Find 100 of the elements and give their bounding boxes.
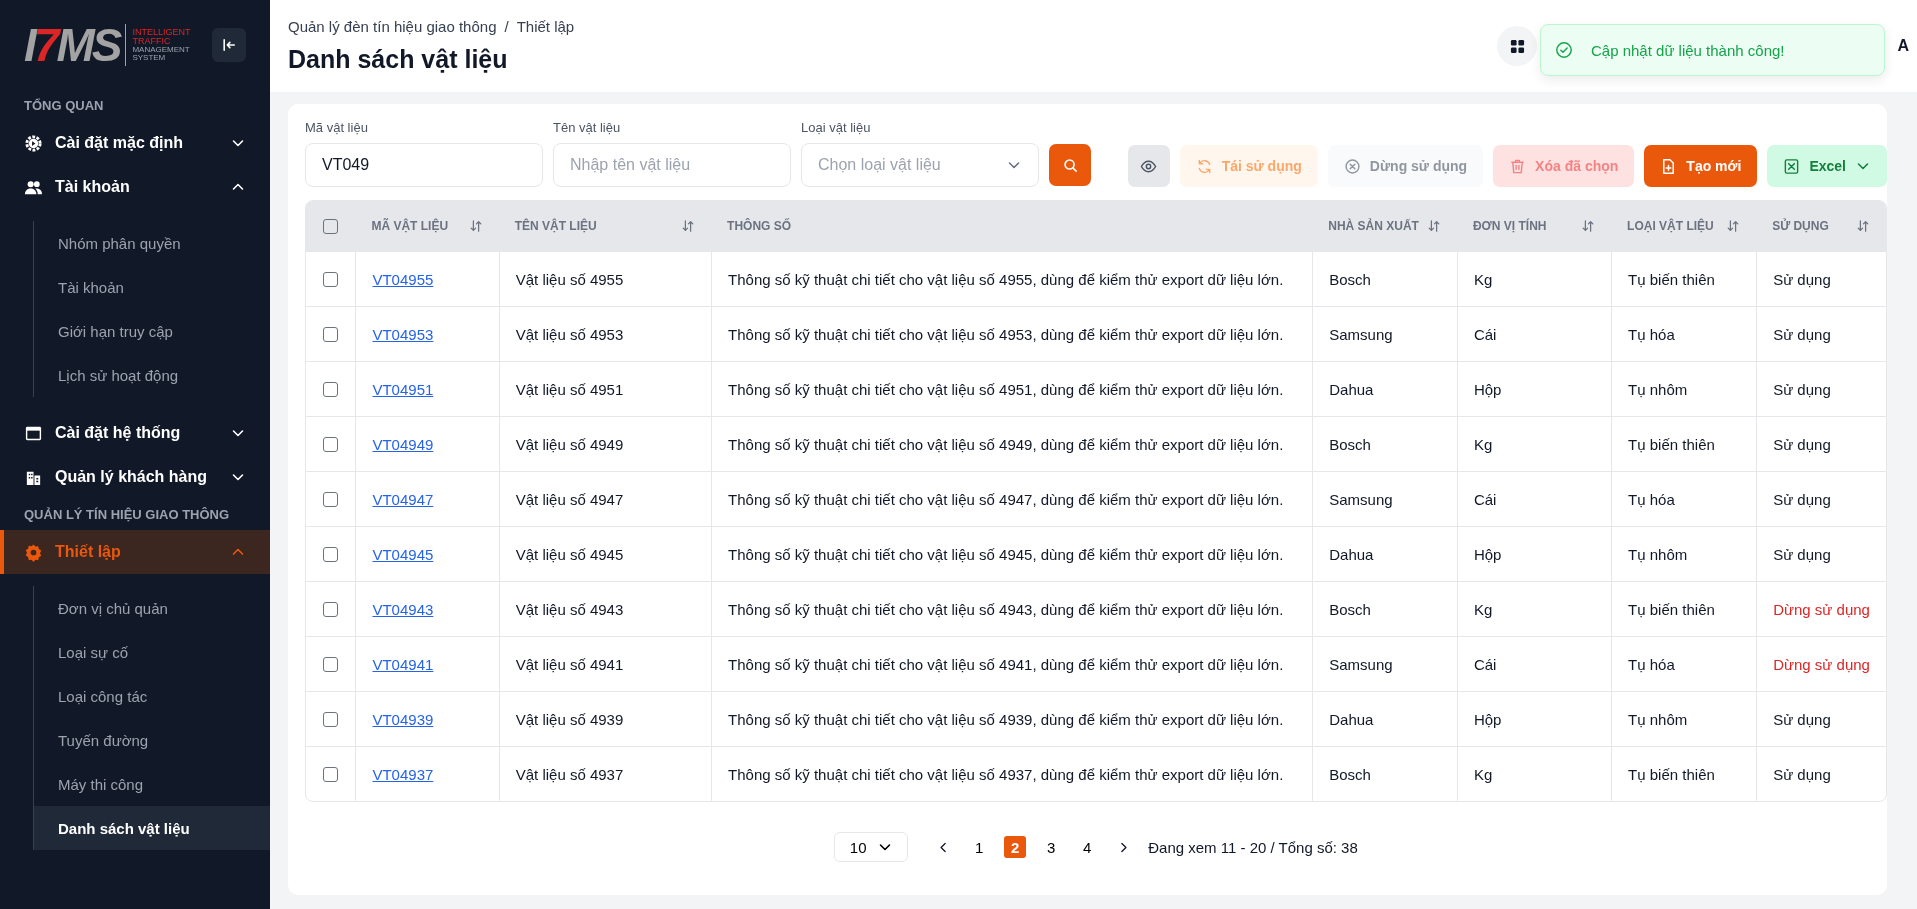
apps-button[interactable] [1497,26,1538,66]
table-cell: Samsung [1329,325,1393,343]
material-code-link[interactable]: VT04945 [372,545,434,563]
check-circle-icon [1555,41,1573,59]
table-cell: Hộp [1473,545,1502,563]
table-cell: Bosch [1329,765,1371,783]
table-cell: Thông số kỹ thuật chi tiết cho vật liệu số 4951, dùng để kiểm thử export dữ liệu lớn. [728,380,1284,398]
sidebar-subitem[interactable]: Tuyến đường [34,718,270,762]
breadcrumb-separator: / [504,18,509,35]
usage-status: Sử dụng [1773,490,1831,508]
page-size-select[interactable]: 10 [834,832,909,862]
row-checkbox[interactable] [323,601,339,617]
row-checkbox[interactable] [323,271,339,287]
pagination-info: Đang xem 11 - 20 / Tổng số: 38 [1148,838,1358,856]
breadcrumb-item[interactable]: Quản lý đèn tín hiệu giao thông [288,18,497,35]
sort-icon[interactable] [681,219,696,233]
material-code-link[interactable]: VT04937 [372,765,434,783]
table-cell: Dahua [1329,380,1374,398]
filter-label: Tên vật liệu [553,120,622,135]
table-cell: Vật liệu số 4953 [515,325,624,343]
row-checkbox[interactable] [323,491,339,507]
material-code-link[interactable]: VT04951 [372,380,434,398]
table-cell: Thông số kỹ thuật chi tiết cho vật liệu số 4945, dùng để kiểm thử export dữ liệu lớn. [728,545,1284,563]
table-cell: Dahua [1329,710,1374,728]
select-all-checkbox[interactable] [323,218,339,234]
row-checkbox[interactable] [323,436,339,452]
table-cell: Samsung [1329,655,1393,673]
table-cell: Cái [1473,490,1497,508]
table-cell: Thông số kỹ thuật chi tiết cho vật liệu số 4939, dùng để kiểm thử export dữ liệu lớn. [728,710,1284,728]
sidebar-subitem[interactable]: Lịch sử hoạt động [34,353,270,397]
page-button[interactable]: 1 [968,836,991,858]
row-checkbox[interactable] [323,381,339,397]
sidebar-subitem[interactable]: Loại công tác [34,674,270,718]
table-cell: Tụ biến thiên [1628,270,1715,288]
logo-mark: I7MS [24,22,120,68]
logo-tagline: INTELLIGENT TRAFFIC MANAGEMENT SYSTEM [132,28,191,62]
sidebar-subitem[interactable]: Máy thi công [34,762,270,806]
table-cell: Tụ nhôm [1628,710,1688,728]
usage-status: Sử dụng [1773,765,1831,783]
row-checkbox[interactable] [323,326,339,342]
sidebar-subitem[interactable]: Danh sách vật liệu [34,806,270,850]
table-cell: Bosch [1329,435,1371,453]
sidebar-item[interactable]: Thiết lập [0,530,270,574]
create-button[interactable]: Tạo mới [1644,145,1758,187]
material-code-link[interactable]: VT04955 [372,270,434,288]
page-button[interactable]: 2 [1004,836,1027,858]
page-button[interactable]: 4 [1076,836,1099,858]
collapse-sidebar-button[interactable] [212,28,246,62]
sidebar-item[interactable]: Quản lý khách hàng [0,455,270,499]
sort-icon[interactable] [1426,219,1441,233]
material-code-link[interactable]: VT04943 [372,600,434,618]
column-header: ĐƠN VỊ TÍNH [1472,219,1547,233]
usage-status: Sử dụng [1773,545,1831,563]
table-cell: Thông số kỹ thuật chi tiết cho vật liệu số 4953, dùng để kiểm thử export dữ liệu lớn. [728,325,1284,343]
table-cell: Kg [1473,600,1493,618]
table-cell: Vật liệu số 4945 [515,545,624,563]
table-cell: Vật liệu số 4943 [515,600,624,618]
sidebar-subitem[interactable]: Tài khoản [34,265,270,309]
table-cell: Dahua [1329,545,1374,563]
search-button[interactable] [1049,144,1091,186]
sort-icon[interactable] [1726,219,1741,233]
sidebar-subitem[interactable]: Đơn vị chủ quản [34,586,270,630]
sidebar-subitem[interactable]: Loại sự cố [34,630,270,674]
row-checkbox[interactable] [323,546,339,562]
excel-button[interactable]: Excel [1767,145,1887,187]
sidebar-item[interactable]: Tài khoản [0,165,270,209]
material-code-link[interactable]: VT04949 [372,435,434,453]
material-code-link[interactable]: VT04939 [372,710,434,728]
column-header: NHÀ SẢN XUẤT [1328,219,1419,233]
sort-icon[interactable] [468,219,483,233]
usage-status: Dừng sử dụng [1773,600,1870,618]
grid-icon [1509,38,1525,54]
material-code-link[interactable]: VT04953 [372,325,434,343]
table-cell: Tụ biến thiên [1628,765,1715,783]
table-cell: Thông số kỹ thuật chi tiết cho vật liệu số 4943, dùng để kiểm thử export dữ liệu lớn. [728,600,1284,618]
material-code-link[interactable]: VT04947 [372,490,434,508]
usage-status: Sử dụng [1773,380,1831,398]
material-code-link[interactable]: VT04941 [372,655,434,673]
sidebar-subitem[interactable]: Nhóm phân quyền [34,221,270,265]
table-cell: Cái [1473,325,1497,343]
sidebar-item[interactable]: Cài đặt mặc định [0,121,270,165]
row-checkbox[interactable] [323,711,339,727]
view-button[interactable] [1127,145,1170,187]
table-cell: Thông số kỹ thuật chi tiết cho vật liệu số 4947, dùng để kiểm thử export dữ liệu lớn. [728,490,1284,508]
column-header: SỬ DỤNG [1772,219,1829,233]
table-cell: Thông số kỹ thuật chi tiết cho vật liệu số 4941, dùng để kiểm thử export dữ liệu lớn. [728,655,1284,673]
sidebar-subitem[interactable]: Giới hạn truy cập [34,309,270,353]
input-field[interactable]: VT049 [305,143,543,187]
sidebar-item[interactable]: Cài đặt hệ thống [0,411,270,455]
page-button[interactable]: 3 [1040,836,1063,858]
sidebar-section-label: TỔNG QUAN [23,97,105,115]
collapse-icon [222,38,236,52]
sort-icon[interactable] [1581,219,1596,233]
row-checkbox[interactable] [323,766,339,782]
table-cell: Tụ nhôm [1628,380,1688,398]
input-field[interactable]: Nhập tên vật liệu [553,143,791,187]
table-cell: Hộp [1473,380,1502,398]
row-checkbox[interactable] [323,656,339,672]
usage-status: Dừng sử dụng [1773,655,1870,673]
sort-icon[interactable] [1856,219,1870,233]
